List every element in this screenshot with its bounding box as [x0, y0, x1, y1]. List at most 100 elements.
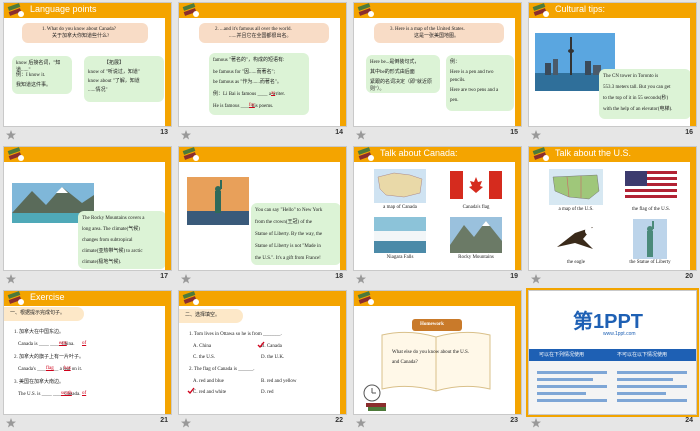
- caption-rocky-mountains: Rocky Mountains: [458, 255, 494, 260]
- slide-header: [179, 3, 346, 18]
- expl-line: Here be...是倒装句式，: [370, 60, 420, 65]
- slide-thumbnail-24[interactable]: 第1PPT www.1ppt.com 可以在下列情况使用 不可以在以下情况使用 …: [525, 288, 700, 431]
- slide-header: Talk about the U.S.: [529, 147, 696, 162]
- us-map-image: [549, 169, 603, 205]
- slide-thumbnail-23[interactable]: Homework What else do you know about the…: [350, 288, 525, 431]
- info-bar: 可以在下列情况使用 不可以在以下情况使用: [529, 349, 696, 361]
- section-text: 一、根据提示完成句子。: [10, 311, 66, 316]
- tip-line: with the help of an elevator(电梯).: [603, 107, 673, 112]
- slide-thumbnail-13[interactable]: Language points 1. What do you know abou…: [0, 0, 175, 144]
- star-icon: [531, 130, 541, 140]
- caption-us-map: a map of the U.S.: [558, 207, 594, 212]
- slide-thumbnail-14[interactable]: 2. ...and it's famous all over the world…: [175, 0, 350, 144]
- slide-header: Language points: [4, 3, 171, 18]
- slide-thumbnail-17[interactable]: The Rocky Mountains covers a long area. …: [0, 144, 175, 288]
- slide-16-content: Cultural tips: The CN tower in Toronto i…: [528, 2, 697, 127]
- books-logo-icon: [357, 291, 374, 305]
- ext-line: ......情况": [88, 88, 108, 93]
- answer: for: [249, 103, 255, 108]
- slide-number: 13: [160, 129, 168, 136]
- slide-footer: 18: [175, 271, 350, 287]
- star-icon: [356, 274, 366, 284]
- rocky-mountains-image: [450, 217, 502, 253]
- slide-footer: 13: [0, 127, 175, 143]
- slide-thumbnail-18[interactable]: You can say "Hello" to New York from the…: [175, 144, 350, 288]
- slide-footer: 20: [525, 271, 700, 287]
- slide-title: Exercise: [30, 292, 65, 302]
- choice-line: A. China: [193, 344, 212, 349]
- slide-thumbnail-19[interactable]: Talk about Canada: a map of Canada Canad…: [350, 144, 525, 288]
- slide-thumbnail-16[interactable]: Cultural tips: The CN tower in Toronto i…: [525, 0, 700, 144]
- canada-map-image: [374, 169, 426, 203]
- expl-line: 例：I know it.: [16, 73, 46, 78]
- slide-thumbnail-21[interactable]: Exercise 一、根据提示完成句子。 1. 加拿大在中国东边。 Canada…: [0, 288, 175, 431]
- question-box: 1. What do you know about Canada? 关于加拿大你…: [22, 23, 148, 43]
- canada-flag-image: [450, 171, 502, 199]
- star-icon: [6, 274, 16, 284]
- slide-thumbnail-15[interactable]: 3. Here is a map of the United States. 这…: [350, 0, 525, 144]
- slide-header: [179, 291, 346, 306]
- info-line: The Rocky Mountains covers a: [82, 216, 145, 221]
- choice-line: 2. The flag of Canada is ______.: [189, 367, 255, 372]
- star-icon: [531, 418, 541, 428]
- example-box: 例： Here is a pen and two pencils. Here a…: [446, 55, 514, 111]
- slide-number: 16: [685, 129, 693, 136]
- caption-niagara-falls: Niagara Falls: [386, 255, 414, 260]
- side-bar: [515, 147, 521, 270]
- ext-title: 【拓展】: [104, 61, 125, 66]
- info-line: from the crown(王冠) of the: [255, 220, 312, 225]
- answer: east: [59, 341, 67, 346]
- side-bar: [340, 147, 346, 270]
- books-logo-icon: [532, 3, 549, 17]
- tip-line: to the top of it in 55 seconds(秒): [603, 96, 669, 101]
- slide-18-content: You can say "Hello" to New York from the…: [178, 146, 347, 271]
- slide-number: 15: [510, 129, 518, 136]
- homework-question: and Canada?: [392, 360, 418, 365]
- check-mark-icon: [257, 341, 265, 349]
- slide-thumbnail-22[interactable]: 二、选择填空。 1. Tom lives in Ottawa so he is …: [175, 288, 350, 431]
- question-text: 2. ...and it's famous all over the world…: [215, 27, 292, 32]
- eagle-image: [553, 219, 599, 259]
- slide-number: 21: [160, 417, 168, 424]
- choice-line: D. the U.K.: [261, 355, 285, 360]
- star-icon: [356, 418, 366, 428]
- explanation-box: famous "著名的"，构成的短语有: be famous for "因...…: [209, 53, 309, 115]
- slide-number: 19: [510, 273, 518, 280]
- answer: has: [64, 366, 71, 371]
- info-line: Statue of Liberty. By the way, the: [255, 232, 323, 237]
- answer: as: [271, 91, 276, 96]
- info-line: the U.S.". It's a gift from France!: [255, 256, 321, 261]
- side-bar: [165, 3, 171, 126]
- section-label: 二、选择填空。: [179, 309, 243, 323]
- star-icon: [181, 130, 191, 140]
- slide-22-content: 二、选择填空。 1. Tom lives in Ottawa so he is …: [178, 290, 347, 415]
- slide-header: Cultural tips:: [529, 3, 696, 18]
- slide-header: Talk about Canada:: [354, 147, 521, 162]
- slide-footer: 17: [0, 271, 175, 287]
- side-bar: [340, 291, 346, 414]
- slide-footer: 16: [525, 127, 700, 143]
- info-right-list: [617, 367, 687, 411]
- caption-statue: the Statue of Liberty: [629, 260, 671, 265]
- niagara-falls-image: [374, 217, 426, 253]
- star-icon: [531, 274, 541, 284]
- question-text: 3. Here is a map of the United States.: [390, 27, 465, 32]
- star-icon: [181, 418, 191, 428]
- books-logo-icon: [7, 3, 24, 17]
- slide-17-content: The Rocky Mountains covers a long area. …: [3, 146, 172, 271]
- slide-header: [179, 147, 346, 162]
- statue-of-liberty-photo: [187, 177, 249, 225]
- slide-thumbnail-20[interactable]: Talk about the U.S. a map of the U.S. th…: [525, 144, 700, 288]
- info-line: You can say "Hello" to New York: [255, 208, 323, 213]
- slide-title: Cultural tips:: [555, 4, 606, 14]
- slide-title: Talk about Canada:: [380, 148, 458, 158]
- question-box: 2. ...and it's famous all over the world…: [199, 23, 329, 43]
- brand-area: 第1PPT www.1ppt.com: [529, 291, 696, 349]
- slide-number: 20: [685, 273, 693, 280]
- clock-books-icon: [363, 384, 386, 411]
- answer: flag: [46, 366, 54, 371]
- slide-footer: 22: [175, 415, 350, 431]
- star-icon: [6, 130, 16, 140]
- exercise-line: 3. 美国在加拿大南边。: [14, 380, 65, 385]
- expl-line: be famous as "作为......而著名"。: [213, 80, 282, 85]
